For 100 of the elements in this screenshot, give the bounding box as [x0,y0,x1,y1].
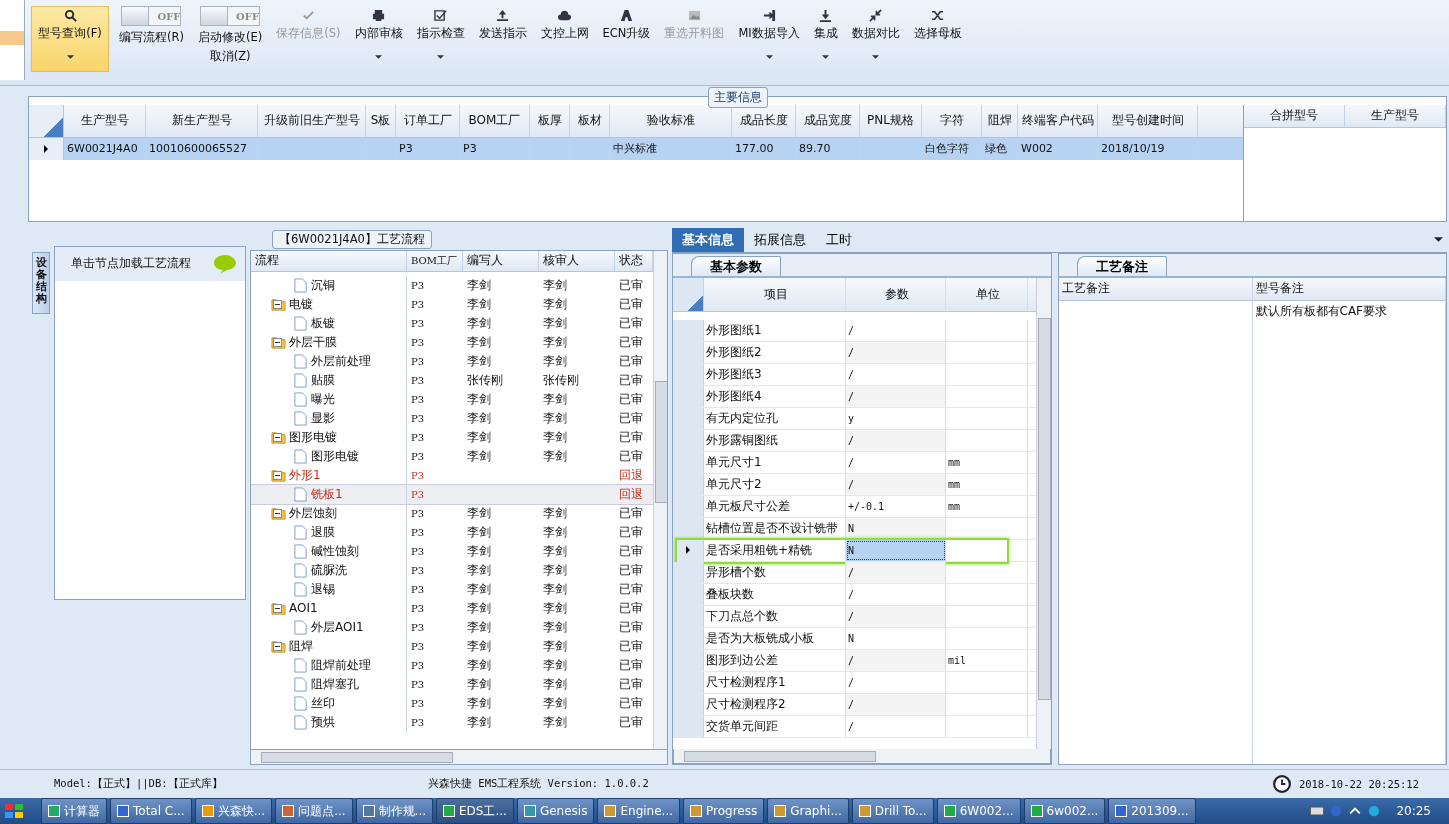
toolbar-button[interactable]: 文控上网 [536,6,593,72]
start-icon[interactable] [4,803,24,819]
table-cell[interactable]: / [846,473,946,495]
selected-row[interactable]: 铣板1 P3 回退 [251,484,653,504]
taskbar-button[interactable]: 6W002... [936,798,1021,824]
scrollbar[interactable] [653,250,667,750]
column-header[interactable]: BOM工厂 [460,104,530,137]
column-header[interactable]: PNL规格 [860,104,922,137]
taskbar-button[interactable]: 201309... [1108,798,1196,824]
collapse-icon[interactable] [273,641,282,651]
collapse-icon[interactable] [273,470,282,480]
tab[interactable]: 基本信息 [672,227,744,252]
taskbar-button[interactable]: 兴森快... [194,798,273,824]
column-header[interactable]: 验收标准 [610,104,732,137]
table-cell[interactable]: / [846,649,946,671]
tab[interactable]: 工时 [816,227,862,252]
column-header[interactable]: 阻焊 [982,104,1018,137]
table-cell[interactable]: / [846,363,946,385]
collapse-icon[interactable] [273,299,282,309]
column-header[interactable]: 项目 [704,277,846,311]
tab[interactable]: 工艺备注 [1077,255,1167,276]
table-cell[interactable]: / [846,451,946,473]
scrollbar[interactable] [250,750,668,766]
tab[interactable]: 拓展信息 [744,227,816,252]
tree-node[interactable]: 阻焊前处理 [311,656,371,674]
taskbar-button[interactable]: Drill To... [851,798,934,824]
table-cell[interactable]: / [846,341,946,363]
column-header[interactable]: 成品宽度 [796,104,860,137]
table-cell[interactable]: / [846,429,946,451]
table-cell[interactable]: / [846,671,946,693]
scrollbar[interactable] [1036,277,1051,750]
table-cell[interactable]: N [846,627,946,649]
column-header[interactable]: 参数 [846,277,946,311]
table-cell[interactable]: / [846,605,946,627]
tree-node[interactable]: 图形电镀 [289,428,337,446]
column-header[interactable]: 订单工厂 [396,104,460,137]
tree-node[interactable]: 退膜 [311,523,335,541]
corner-cell[interactable] [29,104,64,137]
tree-node[interactable]: 电镀 [289,295,313,313]
column-header[interactable]: 字符 [922,104,982,137]
tree-node[interactable]: 外形1 [289,466,321,484]
column-header[interactable]: S板 [366,104,396,137]
tree-node[interactable]: 沉铜 [311,276,335,294]
column-header[interactable]: 工艺备注 [1059,277,1252,301]
tree-node[interactable]: 阻焊塞孔 [311,675,359,693]
taskbar-button[interactable]: 制作规... [355,798,434,824]
table-cell[interactable]: / [846,385,946,407]
taskbar-button[interactable]: Engine... [597,798,680,824]
tree-node[interactable]: 外层蚀刻 [289,504,337,522]
tree-node[interactable]: 预烘 [311,713,335,731]
tree-node[interactable]: 图形电镀 [311,447,359,465]
table-cell[interactable]: / [846,715,946,737]
column-header[interactable]: 型号创建时间 [1098,104,1198,137]
tree-node[interactable]: AOI1 [289,601,318,616]
tree-node[interactable]: 曝光 [311,390,335,408]
toolbar-button[interactable]: 选择母板 [909,6,966,72]
table-cell[interactable]: / [846,583,946,605]
column-header[interactable]: BOM工厂 [407,250,463,271]
column-header[interactable]: 合拼型号 [1244,104,1345,127]
table-cell[interactable]: +/-0.1 [846,495,946,517]
column-header[interactable]: 板厚 [530,104,570,137]
toolbar-button[interactable]: 发送指示 [474,6,531,72]
toolbar-button[interactable]: 数据对比 [847,6,904,72]
caret-icon[interactable] [1434,237,1443,243]
taskbar-button[interactable]: 计算器 [41,798,107,824]
side-tab[interactable]: 设备结构 [32,251,50,314]
tree-node[interactable]: 外层干膜 [289,333,337,351]
column-header[interactable]: 新生产型号 [146,104,258,137]
column-header[interactable]: 流程 [251,250,407,271]
toolbar-button[interactable]: ECN升级 [598,6,655,72]
table-cell[interactable]: / [846,561,946,583]
toolbar-button[interactable]: MI数据导入 [734,6,804,72]
column-header[interactable]: 编写人 [463,250,539,271]
column-header[interactable]: 升级前旧生产型号 [258,104,366,137]
taskbar-button[interactable]: Total C... [110,798,192,824]
collapse-icon[interactable] [273,508,282,518]
column-header[interactable]: 成品长度 [732,104,796,137]
table-cell[interactable]: y [846,407,946,429]
tree-node[interactable]: 铣板1 [311,485,343,503]
toolbar-button[interactable]: 集成 [809,6,842,72]
collapse-icon[interactable] [273,337,282,347]
toolbar-button[interactable]: 指示检查 [412,6,469,72]
tree-node[interactable]: 阻焊 [289,637,313,655]
table-cell[interactable]: / [846,693,946,715]
tab[interactable]: 基本参数 [691,255,781,276]
keyboard-icon[interactable] [1310,805,1325,817]
column-header[interactable]: 板材 [570,104,610,137]
corner-cell[interactable] [673,277,704,311]
taskbar-button[interactable]: Progress [683,798,765,824]
column-header[interactable]: 核审人 [539,250,615,271]
tree-node[interactable]: 外层前处理 [311,352,371,370]
collapse-icon[interactable] [273,432,282,442]
row-header[interactable] [29,137,64,160]
tree-node[interactable]: 退锡 [311,580,335,598]
tree-node[interactable]: 丝印 [311,694,335,712]
taskbar-button[interactable]: Genesis [516,798,595,824]
tree-node[interactable]: 板镀 [311,314,335,332]
column-header[interactable]: 生产型号 [64,104,146,137]
collapse-icon[interactable] [273,603,282,613]
column-header[interactable]: 终端客户代码 [1018,104,1098,137]
